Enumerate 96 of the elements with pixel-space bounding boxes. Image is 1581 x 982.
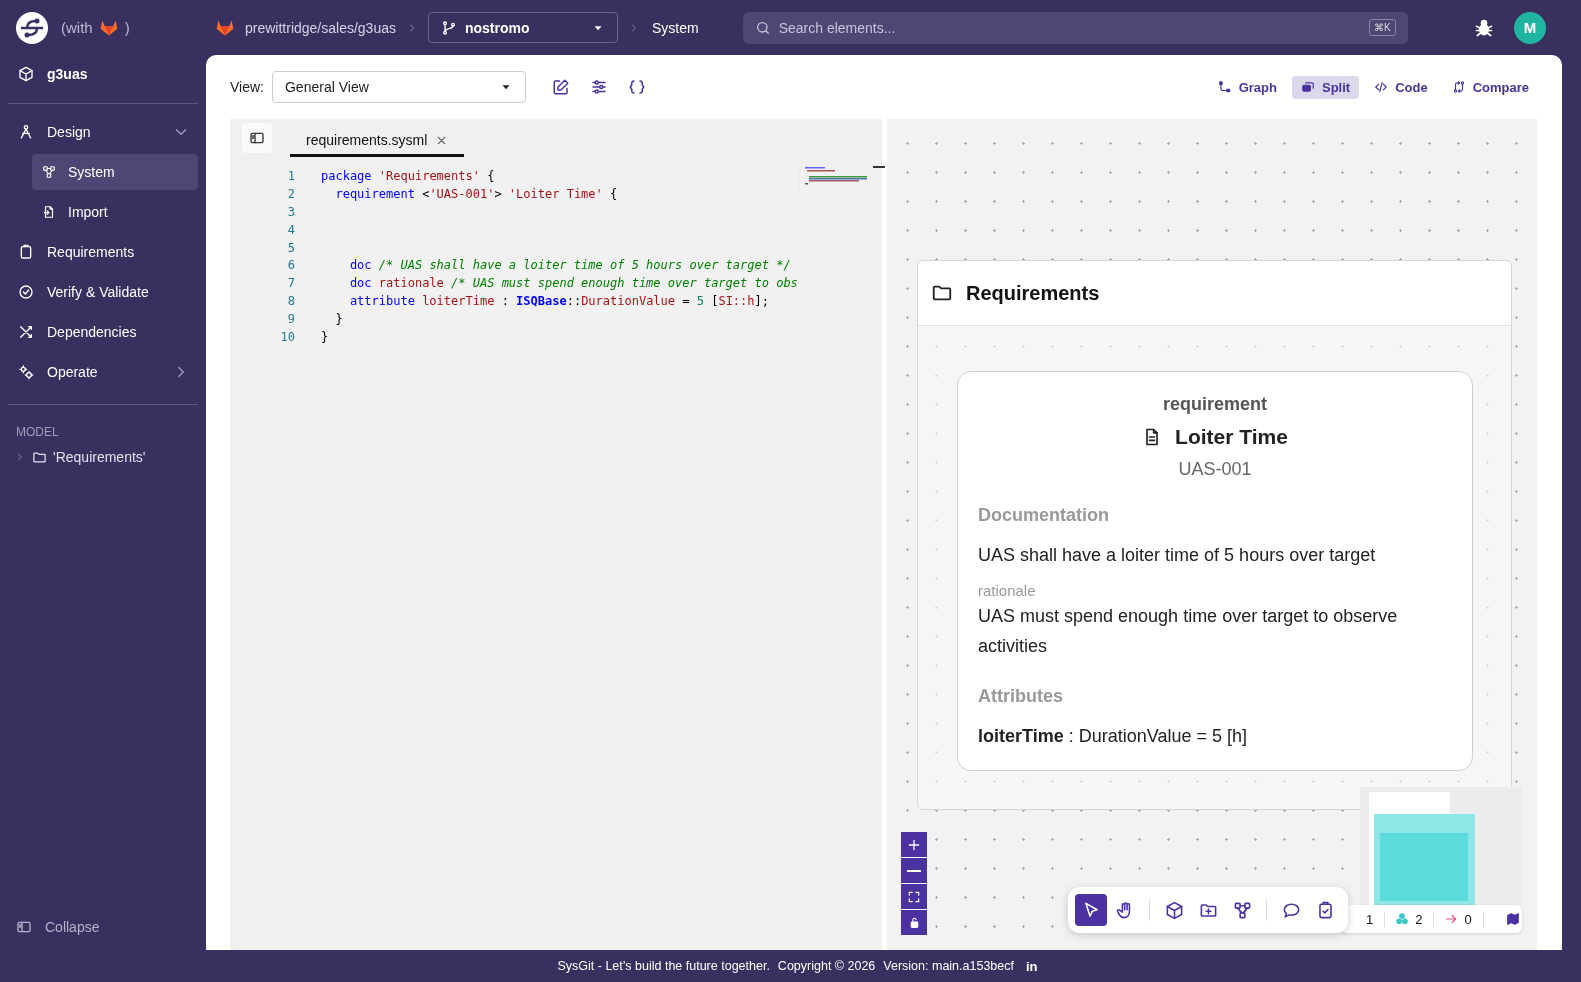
nav-item[interactable]: System <box>32 154 198 190</box>
line-number: 7 <box>286 276 296 291</box>
nav-item[interactable]: Operate <box>8 354 198 390</box>
stat-count: 0 <box>1444 911 1484 927</box>
view-mode-tab[interactable]: Split <box>1291 75 1360 99</box>
nodes-icon <box>1232 900 1252 920</box>
file-import-icon <box>42 205 56 219</box>
line-number: 5 <box>286 240 296 255</box>
nav-item[interactable]: Requirements <box>8 234 198 270</box>
line-number: 2 <box>286 186 296 201</box>
scrollbar[interactable] <box>871 166 886 170</box>
nav-item[interactable]: Dependencies <box>8 314 198 350</box>
rationale-label: rationale <box>978 582 1037 599</box>
line-number: 1 <box>286 168 296 183</box>
folder-icon <box>32 449 47 465</box>
code-line: } <box>334 312 343 327</box>
shortcut-hint: ⌘K <box>1369 18 1396 36</box>
view-mode-tab[interactable]: Compare <box>1442 75 1538 99</box>
line-number: 10 <box>279 329 296 344</box>
section-heading: MODEL <box>15 425 60 439</box>
compass-icon <box>18 124 34 140</box>
stat-count: 2 <box>1395 911 1435 927</box>
bug-icon <box>1474 17 1494 38</box>
with-close-text: ) <box>124 19 130 36</box>
bug-button[interactable] <box>1474 17 1494 38</box>
requirement-node[interactable] <box>957 371 1473 771</box>
lock-button[interactable] <box>901 910 927 935</box>
footer-copyright: Copyright © 2026 <box>777 959 876 973</box>
breadcrumb-page: System <box>652 19 699 36</box>
compare-icon <box>1451 80 1466 94</box>
fit-view-button[interactable] <box>901 884 927 909</box>
logo-icon[interactable] <box>16 11 48 44</box>
map-icon <box>1505 912 1520 926</box>
element-title: Loiter Time <box>1175 425 1288 449</box>
code-line: package 'Requirements' { <box>321 168 495 183</box>
section-heading: Attributes <box>978 686 1064 707</box>
tool-button[interactable] <box>1075 894 1107 926</box>
documentation-text: UAS shall have a loiter time of 5 hours over target <box>978 544 1377 567</box>
nav-item[interactable]: Import <box>32 194 198 230</box>
toggle-panel-button[interactable] <box>242 123 272 153</box>
file-tab[interactable]: requirements.sysml <box>290 132 465 157</box>
tree-item[interactable]: 'Requirements' <box>8 449 198 465</box>
collapse-button[interactable]: Collapse <box>8 912 198 942</box>
footer-tagline: SysGit - Let’s build the future together. <box>557 959 770 973</box>
linkedin-link[interactable]: in <box>1025 958 1038 974</box>
code-line: attribute loiterTime : ISQBase::DurationValue = 5 [SI::h]; <box>348 294 769 309</box>
element-id: UAS-001 <box>1177 459 1253 480</box>
line-number: 9 <box>286 312 296 327</box>
rationale-text: UAS must spend enough time over target to observe activities <box>978 605 1399 658</box>
nav-item[interactable]: Design <box>8 114 198 150</box>
code-line: } <box>321 329 329 344</box>
line-number: 6 <box>286 258 296 273</box>
project-name: g3uas <box>47 66 88 82</box>
line-number: 8 <box>286 294 296 309</box>
code-icon <box>1374 80 1389 94</box>
line-number: 3 <box>286 204 296 219</box>
repo-link[interactable]: prewittridge/sales/g3uas <box>245 19 396 36</box>
code-line: doc /* UAS shall have a loiter time of 5 hours over target */ <box>348 258 791 273</box>
sliders-icon <box>590 78 608 96</box>
footer-version: Version: main.a153becf <box>883 959 1014 973</box>
with-text: (with <box>61 19 93 36</box>
view-mode-tab[interactable]: Graph <box>1208 75 1286 99</box>
clipboard-icon <box>18 244 34 260</box>
minus-icon <box>907 869 921 872</box>
cards-icon <box>1300 80 1315 94</box>
cube-icon <box>18 66 34 82</box>
line-number: 4 <box>286 222 296 237</box>
zoom-in-button[interactable] <box>901 832 927 857</box>
cube-icon <box>1164 900 1184 920</box>
speech-bubble-icon <box>1281 900 1301 920</box>
stat-count: 1 <box>1366 911 1386 927</box>
attribute-text: loiterTime : DurationValue = 5 [h] <box>978 725 1248 748</box>
package-node[interactable] <box>917 260 1512 810</box>
code-line: doc rationale /* UAS must spend enough time over target to obs <box>348 276 798 291</box>
element-kind: requirement <box>1162 394 1268 415</box>
fit-view-icon <box>907 889 921 904</box>
braces-icon <box>628 78 646 96</box>
branch-select[interactable]: nostromo <box>428 12 618 43</box>
edit-icon <box>552 78 570 96</box>
connector-icon <box>1217 80 1232 94</box>
circles-icon <box>1395 912 1410 926</box>
arrow-right-icon <box>1444 912 1459 926</box>
sidebar-panel-icon <box>16 919 32 935</box>
sidebar-panel-icon <box>249 130 265 146</box>
view-select[interactable]: General View <box>272 71 526 103</box>
nav-item[interactable]: Verify & Validate <box>8 274 198 310</box>
package-title: Requirements <box>966 281 1100 305</box>
section-heading: Documentation <box>978 505 1110 526</box>
branch-icon <box>441 19 457 36</box>
zoom-out-button[interactable] <box>901 858 927 883</box>
view-mode-tab[interactable]: Code <box>1365 75 1437 99</box>
view-label: View: <box>230 79 264 95</box>
check-circle-icon <box>18 284 34 300</box>
nodes-icon <box>42 165 56 179</box>
code-line: requirement <'UAS-001'> 'Loiter Time' { <box>334 186 618 201</box>
shuffle-icon <box>18 324 34 340</box>
